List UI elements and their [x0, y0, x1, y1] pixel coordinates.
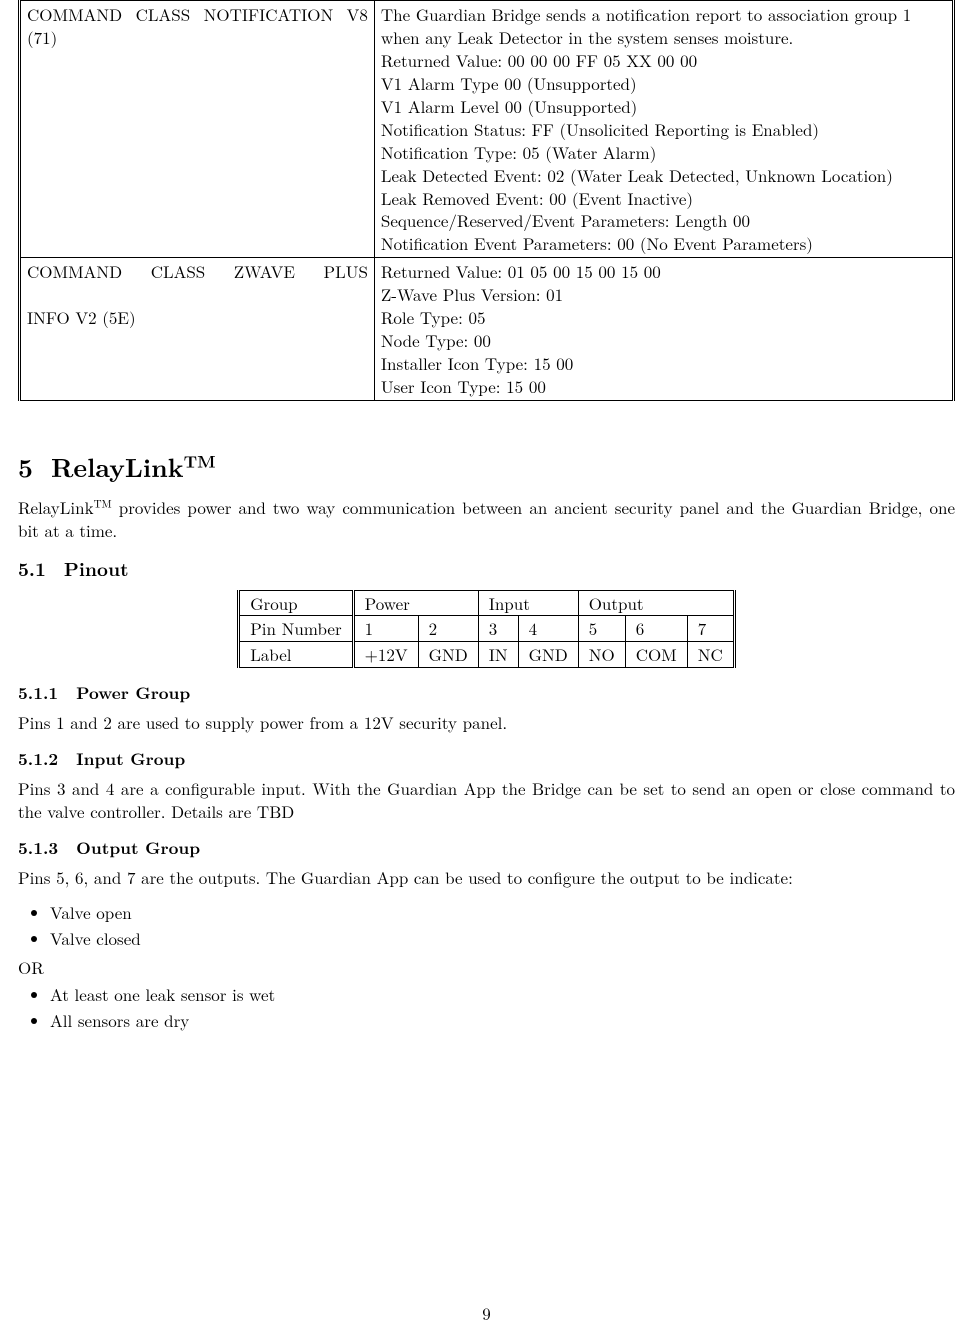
intro-brand: RelayLink — [18, 495, 94, 519]
cmd-name-text: COMMAND CLASS NOTIFICATION V8 (71) — [27, 2, 368, 49]
pin-group-power: Power — [353, 590, 478, 616]
cmd-desc-line: Notification Status: FF (Unsolicited Rep… — [381, 118, 946, 141]
pin-label: GND — [518, 642, 578, 668]
pin-header-label: Label — [239, 642, 353, 668]
pin-number: 3 — [478, 616, 518, 642]
section-heading: 5 RelayLinkTM — [18, 449, 955, 484]
pin-header-number: Pin Number — [239, 616, 353, 642]
section-intro: RelayLinkTM provides power and two way c… — [18, 496, 955, 542]
cmd-desc-line: Z-Wave Plus Version: 01 — [381, 283, 946, 306]
cmd-row-desc: The Guardian Bridge sends a notification… — [374, 1, 953, 258]
cmd-desc-line: Notification Event Parameters: 00 (No Ev… — [381, 232, 946, 255]
cmd-name-line: COMMAND CLASS ZWAVE PLUS — [27, 260, 368, 306]
cmd-desc-line: Installer Icon Type: 15 00 — [381, 352, 946, 375]
cmd-desc-line: Node Type: 00 — [381, 329, 946, 352]
command-class-table: COMMAND CLASS NOTIFICATION V8 (71) The G… — [18, 0, 955, 401]
cmd-desc-line: Returned Value: 01 05 00 15 00 15 00 — [381, 260, 946, 283]
paragraph: Pins 5, 6, and 7 are the outputs. The Gu… — [18, 866, 955, 889]
subsubsection-title: Power Group — [76, 681, 190, 705]
section-title: RelayLink — [51, 448, 184, 485]
bullet-item: All sensors are dry — [50, 1009, 955, 1032]
subsubsection-title: Output Group — [76, 836, 200, 860]
pin-label: COM — [625, 642, 687, 668]
cmd-desc-line: Leak Detected Event: 02 (Water Leak Dete… — [381, 164, 946, 187]
bullet-item: Valve closed — [50, 927, 955, 950]
pin-number: 2 — [418, 616, 478, 642]
cmd-desc-line: V1 Alarm Level 00 (Unsupported) — [381, 95, 946, 118]
pin-number: 1 — [353, 616, 418, 642]
pin-group-input: Input — [478, 590, 578, 616]
cmd-desc-line: Notification Type: 05 (Water Alarm) — [381, 141, 946, 164]
subsubsection-title: Input Group — [76, 747, 185, 771]
cmd-desc-line: Sequence/Reserved/Event Parameters: Leng… — [381, 209, 946, 232]
subsection-heading: 5.1 Pinout — [18, 556, 955, 582]
section-number: 5 — [18, 448, 33, 485]
pin-label: +12V — [353, 642, 418, 668]
trademark-superscript: TM — [184, 448, 216, 472]
paragraph: Pins 3 and 4 are a configurable input. W… — [18, 777, 955, 823]
pin-number: 4 — [518, 616, 578, 642]
page-number: 9 — [0, 1302, 973, 1325]
cmd-row-desc: Returned Value: 01 05 00 15 00 15 00 Z-W… — [374, 258, 953, 401]
cmd-desc-line: V1 Alarm Type 00 (Unsupported) — [381, 72, 946, 95]
pin-label: GND — [418, 642, 478, 668]
pin-group-output: Output — [578, 590, 734, 616]
intro-text: provides power and two way communication… — [18, 495, 955, 542]
bullet-list: At least one leak sensor is wet All sens… — [18, 983, 955, 1032]
pin-label: IN — [478, 642, 518, 668]
bullet-list: Valve open Valve closed — [18, 901, 955, 950]
pin-number: 7 — [687, 616, 734, 642]
subsection-title: Pinout — [64, 554, 129, 582]
subsubsection-number: 5.1.1 — [18, 681, 58, 705]
subsubsection-heading: 5.1.2 Input Group — [18, 748, 955, 771]
cmd-desc-line: Role Type: 05 — [381, 306, 946, 329]
subsubsection-number: 5.1.2 — [18, 747, 58, 771]
pinout-table: Group Power Input Output Pin Number 1 2 … — [237, 590, 736, 669]
bullet-item: Valve open — [50, 901, 955, 924]
cmd-desc-line: User Icon Type: 15 00 — [381, 375, 946, 398]
cmd-row-name: COMMAND CLASS NOTIFICATION V8 (71) — [20, 1, 375, 258]
cmd-desc-line: Returned Value: 00 00 00 FF 05 XX 00 00 — [381, 49, 946, 72]
pin-number: 5 — [578, 616, 625, 642]
paragraph: Pins 1 and 2 are used to supply power fr… — [18, 711, 955, 734]
subsubsection-number: 5.1.3 — [18, 836, 58, 860]
or-label: OR — [18, 956, 955, 979]
cmd-desc-line: Leak Removed Event: 00 (Event Inactive) — [381, 187, 946, 210]
pin-label: NC — [687, 642, 734, 668]
subsubsection-heading: 5.1.1 Power Group — [18, 682, 955, 705]
trademark-superscript: TM — [94, 496, 112, 511]
cmd-desc-line: The Guardian Bridge sends a notification… — [381, 3, 946, 49]
subsection-number: 5.1 — [18, 554, 46, 582]
cmd-row-name: COMMAND CLASS ZWAVE PLUS INFO V2 (5E) — [20, 258, 375, 401]
pin-label: NO — [578, 642, 625, 668]
bullet-item: At least one leak sensor is wet — [50, 983, 955, 1006]
cmd-name-line: INFO V2 (5E) — [27, 306, 368, 329]
pin-number: 6 — [625, 616, 687, 642]
subsubsection-heading: 5.1.3 Output Group — [18, 837, 955, 860]
pin-header-group: Group — [239, 590, 353, 616]
